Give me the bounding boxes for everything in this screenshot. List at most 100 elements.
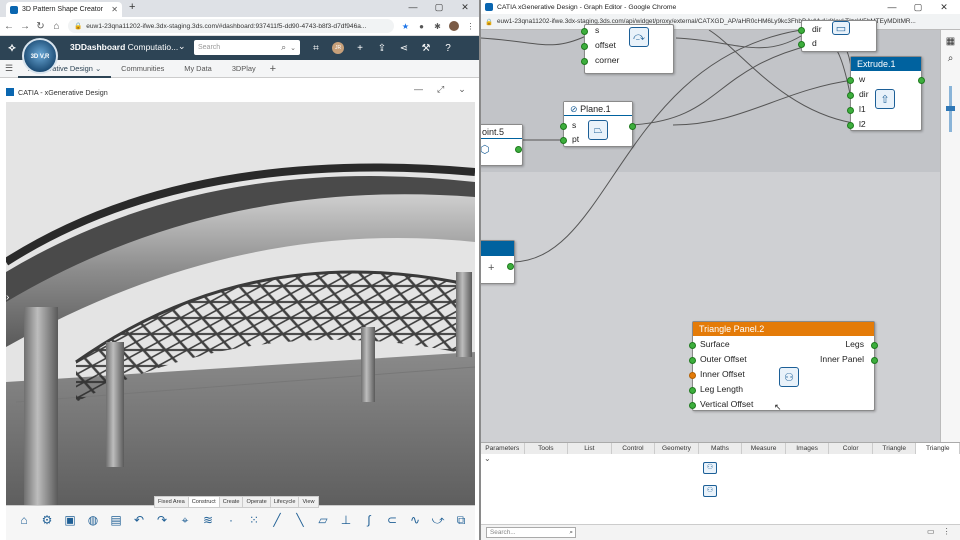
chevron-down-icon[interactable]: ⌄ [178, 41, 186, 52]
port-inner-panel-output[interactable] [871, 357, 878, 364]
chevron-down-icon[interactable]: ⌄ [290, 44, 296, 52]
tab-fixed-area[interactable]: Fixed Area [154, 496, 189, 508]
port-leg-length-input[interactable] [689, 387, 696, 394]
port-d-input[interactable] [798, 41, 805, 48]
graph-node-plane[interactable]: ⊘ Plane.1 s pt ⏢ [560, 101, 636, 147]
more-icon[interactable]: ⋮ [466, 22, 475, 31]
point-grid-icon[interactable]: ⁙ [244, 511, 264, 529]
address-bar[interactable]: 🔒 euw1-23qna11202-ifwe.3dx-staging.3ds.c… [481, 14, 960, 30]
maximize-button[interactable]: ▢ [905, 0, 931, 14]
add-tab-button[interactable]: + [266, 63, 280, 75]
globe-icon[interactable]: ◍ [83, 511, 103, 529]
port-offset-input[interactable] [581, 43, 588, 50]
help-icon[interactable]: ? [438, 38, 458, 58]
extension-icon[interactable]: ● [417, 22, 426, 31]
search-icon[interactable]: ⌕ [281, 42, 286, 53]
new-tab-button[interactable]: + [129, 1, 135, 13]
dashboard-title[interactable]: 3DDashboard Computatio... [70, 42, 178, 52]
zoom-slider-handle[interactable] [946, 106, 955, 111]
tab-view[interactable]: View [298, 496, 319, 508]
minimize-button[interactable]: — [879, 0, 905, 14]
menu-icon[interactable]: ☰ [0, 63, 18, 74]
spline-icon[interactable]: ∿ [405, 511, 425, 529]
maximize-frame-icon[interactable]: ⤢ [437, 84, 444, 95]
zoom-slider[interactable] [946, 86, 955, 132]
arc-icon[interactable]: ⊂ [382, 511, 402, 529]
port-output[interactable] [918, 77, 925, 84]
tab-my-data[interactable]: My Data [174, 64, 222, 73]
port-l2-input[interactable] [847, 122, 854, 129]
tab-triangle[interactable]: Triangle [873, 443, 917, 454]
compass-icon[interactable]: 3D V,R [22, 38, 58, 74]
port-outer-offset-input[interactable] [689, 357, 696, 364]
search-icon[interactable]: ⌕ [569, 528, 573, 538]
tab-operate[interactable]: Operate [242, 496, 271, 508]
library-item-triangle-panel-2-icon[interactable]: ⚇ [703, 485, 717, 497]
browser-tab[interactable]: 3D Pattern Shape Creator ✕ [6, 2, 122, 17]
tab-construct[interactable]: Construct [187, 496, 220, 508]
sweep-icon[interactable]: ⤻ [428, 511, 448, 529]
chevron-down-icon[interactable]: ⌄ [484, 454, 491, 463]
tree-icon[interactable]: ⌖ [175, 511, 195, 529]
tab-communities[interactable]: Communities [111, 64, 174, 73]
add-port-button[interactable]: + [488, 262, 494, 274]
graph-node-triangle-panel[interactable]: Triangle Panel.2 Surface Outer Offset In… [689, 321, 878, 411]
tools-icon[interactable]: ⚒ [416, 38, 436, 58]
add-icon[interactable]: + [350, 38, 370, 58]
close-window-button[interactable]: ✕ [452, 0, 478, 14]
tab-parameters[interactable]: Parameters [481, 443, 525, 454]
port-corner-input[interactable] [581, 58, 588, 65]
minimize-frame-icon[interactable]: — [414, 84, 423, 95]
plane-icon[interactable]: ▱ [313, 511, 333, 529]
port-w-input[interactable] [847, 77, 854, 84]
graph-node-line[interactable]: dir d ▭ [798, 20, 877, 52]
curve-icon[interactable]: ∫ [359, 511, 379, 529]
port-s-input[interactable] [581, 28, 588, 35]
port-legs-output[interactable] [871, 342, 878, 349]
wireless-icon[interactable]: ≋ [198, 511, 218, 529]
tab-triangle-active[interactable]: Triangle [916, 443, 960, 454]
star-icon[interactable]: ★ [401, 22, 410, 31]
port-output[interactable] [629, 123, 636, 130]
tab-geometry[interactable]: Geometry [655, 443, 699, 454]
comment-icon[interactable]: ▭ [927, 527, 935, 536]
port-pt-input[interactable] [560, 137, 567, 144]
address-bar[interactable]: 🔒 euw1-23qna11202-ifwe.3dx-staging.3ds.c… [68, 19, 394, 33]
point-icon[interactable]: · [221, 511, 241, 529]
port-output[interactable] [515, 146, 522, 153]
tab-maths[interactable]: Maths [699, 443, 743, 454]
axis-icon[interactable]: ⊥ [336, 511, 356, 529]
graph-node-extrude[interactable]: Extrude.1 w dir l1 l2 ⇧ [847, 56, 925, 131]
loft-icon[interactable]: ⧉ [451, 511, 471, 529]
home-view-icon[interactable]: ⌂ [14, 511, 34, 529]
redo-icon[interactable]: ↷ [152, 511, 172, 529]
port-surface-input[interactable] [689, 342, 696, 349]
graph-search-input[interactable]: Search... ⌕ [486, 527, 576, 538]
tab-tools[interactable]: Tools [525, 443, 569, 454]
minimize-button[interactable]: — [400, 0, 426, 14]
tab-color[interactable]: Color [829, 443, 873, 454]
port-vertical-offset-input[interactable] [689, 402, 696, 409]
user-avatar[interactable]: JR [328, 38, 348, 58]
3d-viewport[interactable] [6, 102, 475, 507]
close-window-button[interactable]: ✕ [931, 0, 957, 14]
graph-node-offset[interactable]: s offset corner ⤼ [581, 24, 674, 74]
library-item-triangle-panel-icon[interactable]: ⚇ [703, 462, 717, 474]
network-icon[interactable]: ⋖ [394, 38, 414, 58]
tab-list[interactable]: List [568, 443, 612, 454]
search-input[interactable]: Search ⌕ ⌄ [194, 40, 300, 55]
more-icon[interactable]: ⋮ [943, 527, 951, 536]
zoom-icon[interactable]: ⌕ [941, 53, 960, 64]
profile-avatar[interactable] [449, 21, 459, 31]
tab-3dplay[interactable]: 3DPlay [222, 64, 266, 73]
chevron-down-icon[interactable]: ⌄ [458, 84, 466, 95]
expand-panel-icon[interactable]: › [6, 292, 9, 303]
paste-icon[interactable]: ▤ [106, 511, 126, 529]
graph-canvas[interactable]: s offset corner ⤼ dir d ▭ Extrude.1 w di… [481, 20, 940, 442]
graph-node-collapsed[interactable]: + [481, 240, 515, 284]
port-l1-input[interactable] [847, 107, 854, 114]
share-icon[interactable]: ⇪ [372, 38, 392, 58]
port-dir-input[interactable] [847, 92, 854, 99]
puzzle-icon[interactable]: ✱ [433, 22, 442, 31]
xgen-icon[interactable]: ⚙ [37, 511, 57, 529]
